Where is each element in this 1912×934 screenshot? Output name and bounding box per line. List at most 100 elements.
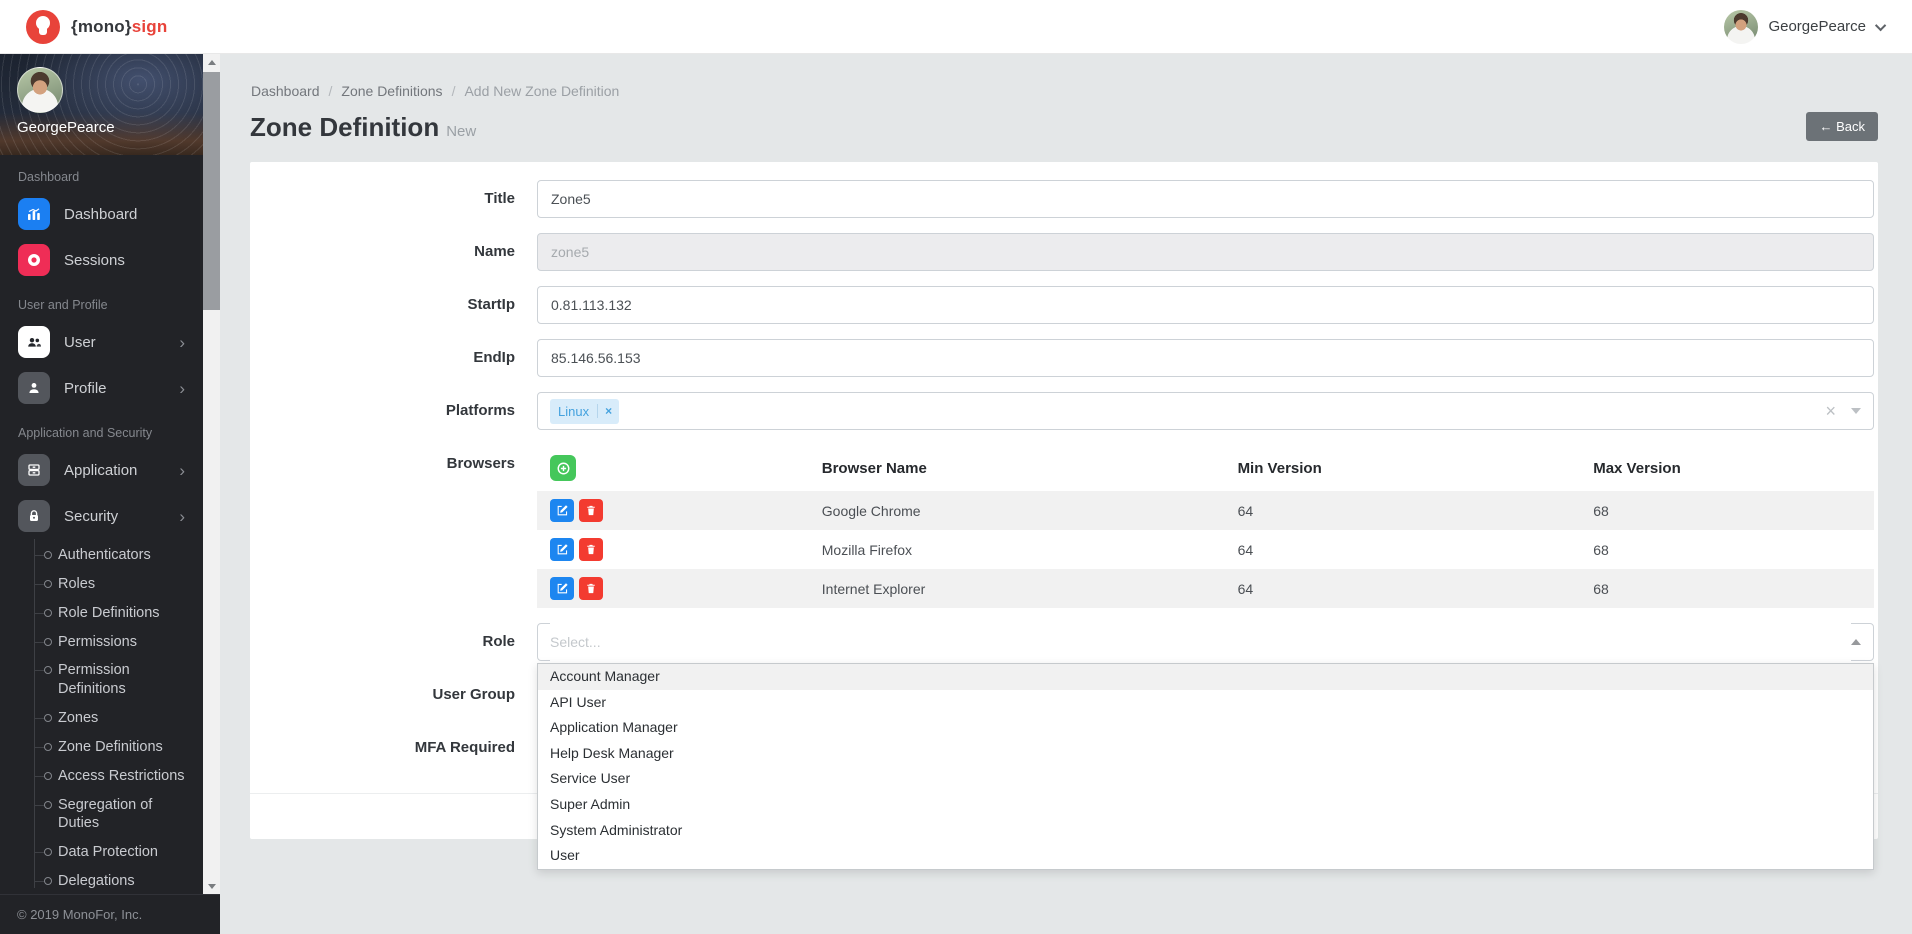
startip-input[interactable] xyxy=(537,286,1874,324)
role-dropdown: Account Manager API User Application Man… xyxy=(537,663,1874,870)
role-option[interactable]: System Administrator xyxy=(538,818,1873,844)
back-button[interactable]: ← Back xyxy=(1806,112,1878,141)
brand-prefix: {mono} xyxy=(71,17,132,36)
tag-remove-icon[interactable]: × xyxy=(597,404,619,418)
title-input[interactable] xyxy=(537,180,1874,218)
brand[interactable]: {mono}sign xyxy=(26,10,167,44)
min-version-cell: 64 xyxy=(1238,542,1594,558)
sidebar-copyright: © 2019 MonoFor, Inc. xyxy=(0,894,220,934)
delete-browser-button[interactable] xyxy=(579,538,603,561)
sidebar-avatar xyxy=(17,67,63,113)
chevron-right-icon: › xyxy=(179,508,187,525)
breadcrumb-current: Add New Zone Definition xyxy=(464,83,619,99)
nav-section-user-profile: User and Profile xyxy=(0,283,203,319)
sidebar-item-application[interactable]: Application › xyxy=(0,447,203,493)
sidebar-subitem[interactable]: Authenticators xyxy=(0,541,203,570)
person-icon xyxy=(18,372,50,404)
chevron-right-icon: › xyxy=(179,462,187,479)
browser-name-cell: Google Chrome xyxy=(822,503,1238,519)
sidebar-item-user[interactable]: User › xyxy=(0,319,203,365)
page-title-text: Zone Definition xyxy=(250,112,439,142)
chevron-down-icon xyxy=(1875,19,1886,30)
browser-row: Internet Explorer 64 68 xyxy=(537,569,1874,608)
role-option[interactable]: Super Admin xyxy=(538,792,1873,818)
endip-input[interactable] xyxy=(537,339,1874,377)
page-title: Zone Definition New xyxy=(250,112,476,143)
sidebar-subitem[interactable]: Role Definitions xyxy=(0,599,203,628)
top-bar: {mono}sign GeorgePearce xyxy=(0,0,1912,54)
sidebar-scrollbar[interactable] xyxy=(203,54,220,894)
breadcrumb-separator: / xyxy=(452,83,456,99)
sidebar-subitem[interactable]: Permission Definitions xyxy=(0,656,203,704)
sidebar-subitem[interactable]: Access Restrictions xyxy=(0,762,203,791)
col-min-version: Min Version xyxy=(1238,460,1594,477)
role-option[interactable]: Help Desk Manager xyxy=(538,741,1873,767)
role-select[interactable] xyxy=(537,623,1874,661)
sidebar-item-label: Profile xyxy=(64,380,165,397)
min-version-cell: 64 xyxy=(1238,581,1594,597)
scroll-up-icon[interactable] xyxy=(203,54,220,70)
platform-tag-linux: Linux × xyxy=(550,399,619,424)
brand-suffix: sign xyxy=(132,17,168,36)
scroll-down-icon[interactable] xyxy=(203,878,220,894)
user-menu[interactable]: GeorgePearce xyxy=(1724,10,1886,44)
user-group-label: User Group xyxy=(250,676,515,703)
role-option[interactable]: Application Manager xyxy=(538,715,1873,741)
sidebar-item-dashboard[interactable]: Dashboard xyxy=(0,191,203,237)
breadcrumb: Dashboard / Zone Definitions / Add New Z… xyxy=(251,83,1878,99)
browsers-table-body: Google Chrome 64 68 xyxy=(537,491,1874,608)
users-icon xyxy=(18,326,50,358)
sidebar-item-profile[interactable]: Profile › xyxy=(0,365,203,411)
max-version-cell: 68 xyxy=(1593,542,1874,558)
name-input xyxy=(537,233,1874,271)
sidebar-subitem[interactable]: Zones xyxy=(0,704,203,733)
caret-down-icon[interactable] xyxy=(1851,408,1861,414)
caret-up-icon[interactable] xyxy=(1851,639,1861,645)
add-browser-button[interactable] xyxy=(550,455,576,481)
mfa-required-label: MFA Required xyxy=(250,729,515,756)
col-browser-name: Browser Name xyxy=(822,460,1238,477)
sidebar-item-security[interactable]: Security › xyxy=(0,493,203,539)
sidebar-profile: GeorgePearce xyxy=(0,54,203,155)
browser-name-cell: Internet Explorer xyxy=(822,581,1238,597)
brand-text: {mono}sign xyxy=(71,17,167,37)
role-option[interactable]: API User xyxy=(538,690,1873,716)
sidebar-subitem[interactable]: Segregation of Duties xyxy=(0,791,203,839)
sidebar-subitem[interactable]: Delegations xyxy=(0,867,203,896)
security-submenu: Authenticators Roles Role Definitions Pe… xyxy=(0,539,203,900)
sidebar-item-label: Application xyxy=(64,462,165,479)
breadcrumb-zone-definitions[interactable]: Zone Definitions xyxy=(341,83,442,99)
role-option[interactable]: Service User xyxy=(538,766,1873,792)
sidebar-subitem[interactable]: Roles xyxy=(0,570,203,599)
min-version-cell: 64 xyxy=(1238,503,1594,519)
delete-browser-button[interactable] xyxy=(579,577,603,600)
role-option[interactable]: Account Manager xyxy=(538,664,1873,690)
lock-icon xyxy=(18,500,50,532)
edit-browser-button[interactable] xyxy=(550,499,574,522)
max-version-cell: 68 xyxy=(1593,503,1874,519)
sidebar-item-label: User xyxy=(64,334,165,351)
title-label: Title xyxy=(250,180,515,207)
sidebar-nav: Dashboard Dashboard Sessions User and Pr… xyxy=(0,155,203,934)
role-label: Role xyxy=(250,623,515,650)
startip-label: StartIp xyxy=(250,286,515,313)
edit-browser-button[interactable] xyxy=(550,577,574,600)
role-search-input[interactable] xyxy=(550,623,1851,661)
role-option[interactable]: User xyxy=(538,843,1873,869)
breadcrumb-separator: / xyxy=(329,83,333,99)
page-subtitle: New xyxy=(446,123,476,140)
sidebar-subitem[interactable]: Zone Definitions xyxy=(0,733,203,762)
scrollbar-thumb[interactable] xyxy=(203,72,220,310)
clear-icon[interactable]: × xyxy=(1825,402,1836,420)
platforms-select[interactable]: Linux × × xyxy=(537,392,1874,430)
browser-row: Mozilla Firefox 64 68 xyxy=(537,530,1874,569)
edit-browser-button[interactable] xyxy=(550,538,574,561)
sidebar-item-sessions[interactable]: Sessions xyxy=(0,237,203,283)
sidebar-subitem[interactable]: Permissions xyxy=(0,628,203,657)
main-content: Dashboard / Zone Definitions / Add New Z… xyxy=(220,54,1912,934)
delete-browser-button[interactable] xyxy=(579,499,603,522)
name-label: Name xyxy=(250,233,515,260)
breadcrumb-dashboard[interactable]: Dashboard xyxy=(251,83,320,99)
browsers-table-header: Browser Name Min Version Max Version xyxy=(537,445,1874,491)
sidebar-subitem[interactable]: Data Protection xyxy=(0,838,203,867)
